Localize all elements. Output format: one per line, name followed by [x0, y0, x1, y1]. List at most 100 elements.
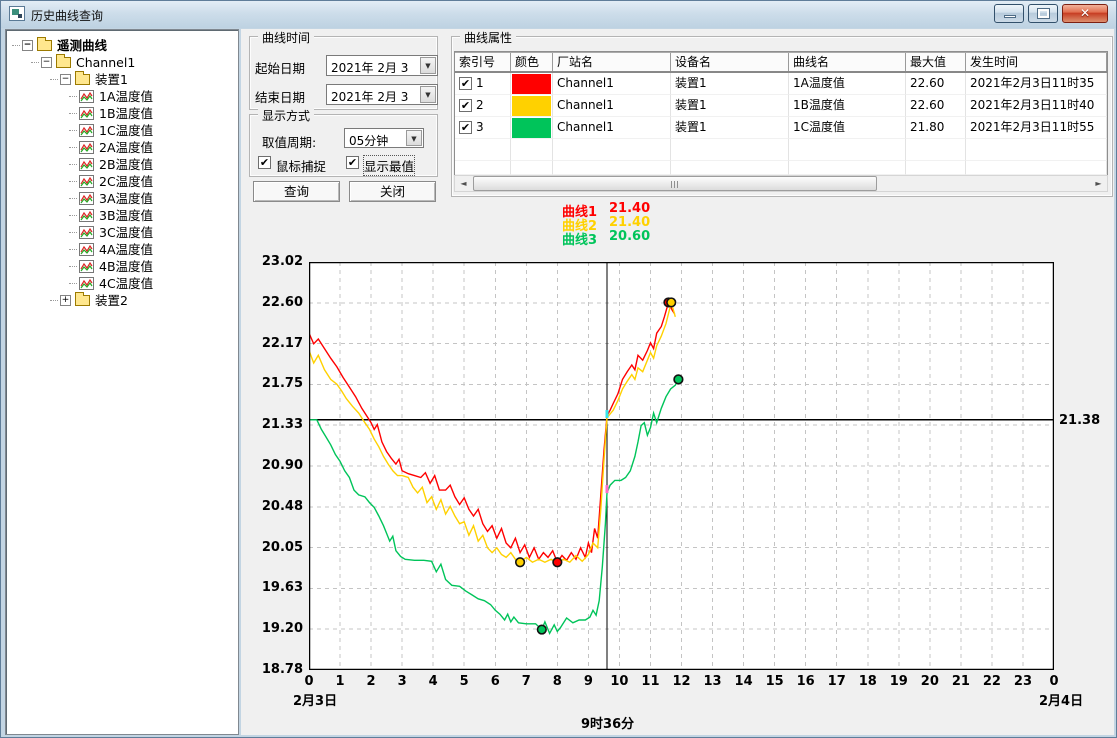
tree-connector: [69, 147, 77, 148]
tree-item-装置2[interactable]: +装置2: [6, 292, 238, 309]
tree-item-3C温度值[interactable]: 3C温度值: [6, 224, 238, 241]
tree-item-Channel1[interactable]: −Channel1: [6, 54, 238, 71]
empty-cell: [671, 139, 789, 161]
scroll-left-icon[interactable]: ◄: [455, 176, 472, 191]
start-date-label: 起始日期: [255, 58, 305, 77]
tree-item-2B温度值[interactable]: 2B温度值: [6, 156, 238, 173]
tree-item-label: 1A温度值: [99, 88, 153, 105]
tree-connector: [69, 164, 77, 165]
show-extremes-checkbox[interactable]: ✔: [346, 156, 359, 169]
curve-props-table: 索引号颜色厂站名设备名曲线名最大值发生时间 ✔1Channel1装置11A温度值2…: [454, 51, 1108, 176]
x-tick-label: 8: [542, 674, 572, 689]
scrollbar-thumb[interactable]: [473, 176, 877, 191]
tree-item-遥测曲线[interactable]: − 遥测曲线: [6, 37, 238, 54]
color-swatch: [512, 96, 551, 116]
column-header[interactable]: 厂站名: [553, 53, 671, 71]
curve-chart[interactable]: [309, 262, 1054, 670]
tree-connector: [69, 215, 77, 216]
mouse-capture-checkbox[interactable]: ✔: [258, 156, 271, 169]
tree-item-label: 3A温度值: [99, 190, 153, 207]
tree-item-3A温度值[interactable]: 3A温度值: [6, 190, 238, 207]
x-tick-label: 21: [946, 674, 976, 689]
scroll-right-icon[interactable]: ►: [1090, 176, 1107, 191]
empty-row: [455, 161, 1107, 175]
tree-item-1B温度值[interactable]: 1B温度值: [6, 105, 238, 122]
x-tick-label: 3: [387, 674, 417, 689]
curve-props-title: 曲线属性: [460, 29, 516, 46]
tree-item-2C温度值[interactable]: 2C温度值: [6, 173, 238, 190]
curve-time-title: 曲线时间: [258, 29, 314, 46]
period-dropdown-icon[interactable]: ▼: [406, 130, 422, 146]
row-checkbox[interactable]: ✔: [459, 121, 472, 134]
title-bar[interactable]: 历史曲线查询 ✕: [1, 1, 1116, 28]
tree-item-4B温度值[interactable]: 4B温度值: [6, 258, 238, 275]
folder-icon: [75, 295, 90, 306]
table-row[interactable]: ✔1Channel1装置11A温度值22.602021年2月3日11时35: [455, 73, 1107, 95]
column-header[interactable]: 索引号: [455, 53, 511, 71]
period-select[interactable]: 05分钟 ▼: [344, 128, 424, 148]
display-mode-group: 显示方式 取值周期: 05分钟 ▼ ✔ 鼠标捕捉 ✔ 显示最值: [249, 114, 438, 177]
tree-toggle-icon[interactable]: −: [41, 57, 52, 68]
x-tick-label: 14: [729, 674, 759, 689]
end-date-label: 结束日期: [255, 87, 305, 106]
query-button[interactable]: 查询: [253, 181, 340, 202]
empty-cell: [455, 161, 511, 175]
app-icon: [9, 6, 25, 21]
close-button[interactable]: ✕: [1062, 4, 1108, 23]
min-marker: [553, 558, 562, 567]
color-swatch: [512, 74, 551, 94]
curve-icon: [79, 90, 94, 103]
start-date-dropdown-icon[interactable]: ▼: [420, 57, 436, 74]
tree-connector: [69, 283, 77, 284]
tree-connector: [69, 249, 77, 250]
row-checkbox[interactable]: ✔: [459, 77, 472, 90]
period-label: 取值周期:: [262, 132, 316, 151]
close-dialog-button[interactable]: 关闭: [349, 181, 436, 202]
tree-toggle-icon[interactable]: −: [22, 40, 33, 51]
tree-item-装置1[interactable]: −装置1: [6, 71, 238, 88]
row-checkbox[interactable]: ✔: [459, 99, 472, 112]
tree-item-4A温度值[interactable]: 4A温度值: [6, 241, 238, 258]
tree-toggle-icon[interactable]: −: [60, 74, 71, 85]
folder-icon: [75, 74, 90, 85]
empty-cell: [906, 161, 966, 175]
curve-time-group: 曲线时间 起始日期 2021年 2月 3 ▼ 结束日期 2021年 2月 3 ▼: [249, 36, 438, 110]
end-date-picker[interactable]: 2021年 2月 3 ▼: [326, 84, 438, 105]
column-header[interactable]: 设备名: [671, 53, 789, 71]
tree-item-2A温度值[interactable]: 2A温度值: [6, 139, 238, 156]
y-tick-label: 20.48: [241, 499, 303, 514]
tree-item-label: 遥测曲线: [57, 37, 107, 54]
tree-toggle-icon[interactable]: +: [60, 295, 71, 306]
x-tick-label: 19: [884, 674, 914, 689]
row-index: 3: [476, 117, 484, 138]
tree-item-4C温度值[interactable]: 4C温度值: [6, 275, 238, 292]
tree-item-1A温度值[interactable]: 1A温度值: [6, 88, 238, 105]
tree-item-3B温度值[interactable]: 3B温度值: [6, 207, 238, 224]
tree-connector: [69, 181, 77, 182]
row-cell: 1B温度值: [789, 95, 906, 117]
y-tick-label: 23.02: [241, 254, 303, 269]
x-tick-label: 23: [1008, 674, 1038, 689]
row-color-cell: [511, 117, 553, 139]
start-date-picker[interactable]: 2021年 2月 3 ▼: [326, 55, 438, 76]
row-index: 2: [476, 95, 484, 116]
column-header[interactable]: 发生时间: [966, 53, 1107, 71]
column-header[interactable]: 最大值: [906, 53, 966, 71]
row-color-cell: [511, 73, 553, 95]
column-header[interactable]: 曲线名: [789, 53, 906, 71]
tree-item-1C温度值[interactable]: 1C温度值: [6, 122, 238, 139]
column-header[interactable]: 颜色: [511, 53, 553, 71]
row-index-cell: ✔2: [455, 95, 511, 117]
table-hscrollbar[interactable]: ◄ ►: [454, 175, 1108, 192]
row-color-cell: [511, 95, 553, 117]
maximize-button[interactable]: [1028, 4, 1058, 23]
table-row[interactable]: ✔2Channel1装置11B温度值22.602021年2月3日11时40: [455, 95, 1107, 117]
close-icon: ✕: [1063, 6, 1107, 20]
x-tick-label: 11: [635, 674, 665, 689]
end-date-dropdown-icon[interactable]: ▼: [420, 86, 436, 103]
curve-icon: [79, 175, 94, 188]
minimize-button[interactable]: [994, 4, 1024, 23]
chart-svg[interactable]: [309, 262, 1054, 670]
crosshair-snap-marker: [606, 485, 609, 493]
table-row[interactable]: ✔3Channel1装置11C温度值21.802021年2月3日11时55: [455, 117, 1107, 139]
